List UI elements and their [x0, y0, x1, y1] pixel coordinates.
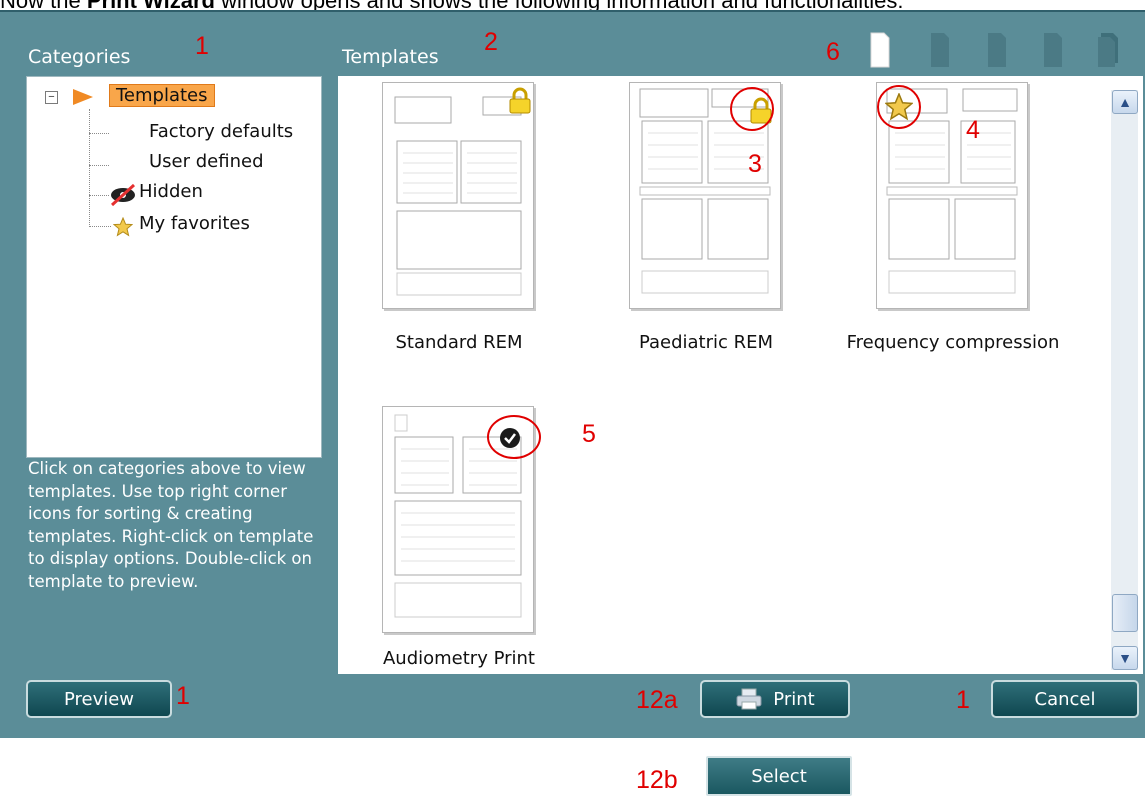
annotation-circle	[730, 87, 774, 131]
new-template-icon[interactable]	[870, 32, 890, 68]
template-name: Audiometry Print	[382, 648, 535, 669]
templates-header: Templates	[342, 46, 439, 68]
tree-item-user-defined[interactable]: User defined	[149, 151, 264, 172]
print-wizard-window: Categories 1 Templates 2 6 − Templates F…	[0, 10, 1145, 738]
template-thumbnail-standard-rem[interactable]	[382, 82, 534, 309]
annotation-1: 1	[195, 32, 209, 60]
print-button[interactable]: Print	[700, 680, 850, 718]
annotation-1c: 1	[956, 686, 970, 714]
select-button[interactable]: Select	[706, 756, 852, 796]
templates-panel: Standard REM Paediatric REM Frequency co…	[338, 76, 1143, 674]
sort-page-icon[interactable]	[930, 32, 950, 68]
categories-header: Categories	[28, 46, 131, 68]
print-button-label: Print	[773, 688, 815, 710]
collapse-icon[interactable]: −	[45, 91, 58, 104]
annotation-3: 3	[748, 150, 762, 178]
template-thumbnail-frequency-compression[interactable]	[876, 82, 1028, 309]
scroll-up-icon[interactable]: ▲	[1112, 90, 1138, 114]
annotation-circle	[877, 85, 921, 129]
scroll-down-icon[interactable]: ▼	[1112, 646, 1138, 670]
tree-line	[89, 165, 109, 166]
tree-item-factory-defaults[interactable]: Factory defaults	[149, 121, 293, 142]
favorites-star-icon	[113, 217, 133, 237]
template-preview	[394, 96, 522, 296]
cancel-button[interactable]: Cancel	[991, 680, 1139, 718]
templates-scrollbar[interactable]: ▲ ▼	[1111, 90, 1138, 670]
annotation-4: 4	[966, 116, 980, 144]
annotation-1b: 1	[176, 682, 190, 710]
hidden-eye-icon	[110, 183, 136, 207]
sort-page-icon[interactable]	[987, 32, 1007, 68]
tree-line	[89, 226, 111, 227]
tree-item-hidden[interactable]: Hidden	[139, 181, 203, 202]
template-thumbnail-audiometry-print[interactable]	[382, 406, 541, 633]
tree-line	[89, 195, 109, 196]
preview-button[interactable]: Preview	[26, 680, 172, 718]
template-name: Paediatric REM	[638, 332, 774, 353]
tree-item-templates[interactable]: Templates	[109, 84, 215, 107]
categories-tree: − Templates Factory defaults User define…	[26, 76, 322, 458]
annotation-5: 5	[582, 420, 596, 448]
scroll-thumb[interactable]	[1112, 594, 1138, 632]
sort-page-icon[interactable]	[1043, 32, 1063, 68]
template-thumbnail-paediatric-rem[interactable]	[629, 82, 781, 309]
tree-line	[89, 133, 109, 134]
tree-line	[89, 109, 90, 227]
annotation-6: 6	[826, 38, 840, 66]
annotation-2: 2	[484, 28, 498, 56]
help-text: Click on categories above to view templa…	[28, 459, 314, 591]
printer-icon	[736, 688, 762, 710]
annotation-circle	[487, 415, 541, 459]
annotation-12b: 12b	[636, 766, 678, 794]
template-name: Frequency compression	[846, 332, 1060, 353]
template-name: Standard REM	[395, 332, 523, 353]
window-top-border	[0, 10, 1145, 12]
annotation-12a: 12a	[636, 686, 678, 714]
templates-arrow-icon	[73, 89, 93, 105]
tree-item-my-favorites[interactable]: My favorites	[139, 213, 250, 234]
sort-pages-icon[interactable]	[1097, 32, 1121, 68]
lock-icon	[509, 87, 531, 114]
